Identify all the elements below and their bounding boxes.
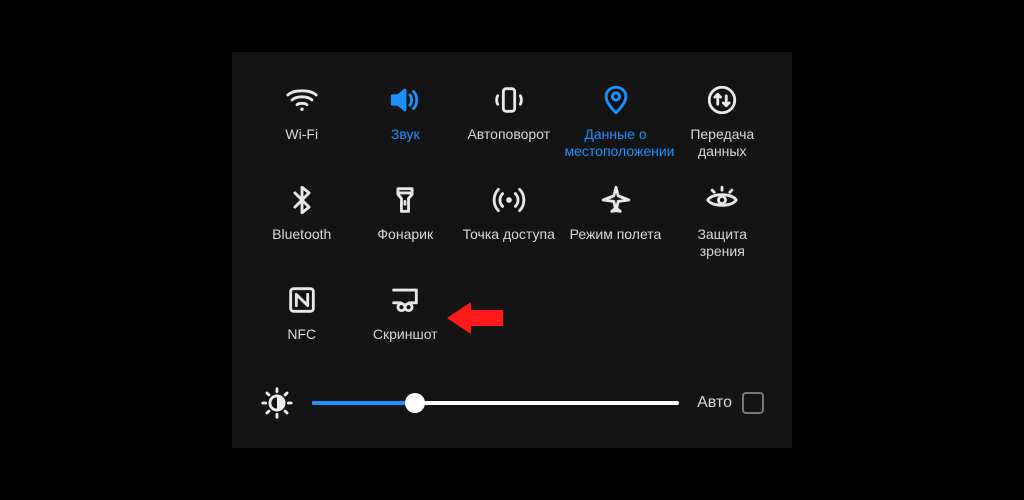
tile-label: Bluetooth <box>272 226 331 243</box>
tile-airplane[interactable]: Режим полета <box>565 180 667 262</box>
tiles-grid: Wi-Fi Звук Автоповорот <box>254 80 770 362</box>
tile-label: Wi-Fi <box>285 126 318 143</box>
auto-label: Авто <box>697 394 732 412</box>
flashlight-icon <box>385 180 425 220</box>
tile-eye-comfort[interactable]: Защита зрения <box>675 180 771 262</box>
eye-icon <box>702 180 742 220</box>
tile-bluetooth[interactable]: Bluetooth <box>254 180 350 262</box>
tile-autorotate[interactable]: Автоповорот <box>461 80 557 162</box>
tile-sound[interactable]: Звук <box>358 80 454 162</box>
tile-label: Звук <box>391 126 420 143</box>
tile-screenshot[interactable]: Скриншот <box>358 280 454 362</box>
tile-label: Автоповорот <box>467 126 550 143</box>
tile-hotspot[interactable]: Точка доступа <box>461 180 557 262</box>
tile-label: Режим полета <box>570 226 662 243</box>
tile-wifi[interactable]: Wi-Fi <box>254 80 350 162</box>
tile-label: Скриншот <box>373 326 438 343</box>
checkbox-icon <box>742 392 764 414</box>
auto-brightness-toggle[interactable]: Авто <box>697 392 764 414</box>
slider-fill <box>312 401 415 405</box>
tile-mobile-data[interactable]: Передача данных <box>675 80 771 162</box>
tile-label: Защита зрения <box>675 226 771 260</box>
tile-label: Передача данных <box>675 126 771 160</box>
tile-location[interactable]: Данные о местоположении <box>565 80 667 162</box>
hotspot-icon <box>489 180 529 220</box>
wifi-icon <box>282 80 322 120</box>
data-transfer-icon <box>702 80 742 120</box>
tile-label: Данные о местоположении <box>565 126 667 160</box>
brightness-slider[interactable] <box>312 393 679 413</box>
slider-thumb[interactable] <box>405 393 425 413</box>
tile-label: Фонарик <box>377 226 433 243</box>
nfc-icon <box>282 280 322 320</box>
quick-settings-panel: Wi-Fi Звук Автоповорот <box>232 52 792 448</box>
tile-label: NFC <box>287 326 316 343</box>
airplane-icon <box>596 180 636 220</box>
volume-icon <box>385 80 425 120</box>
tile-label: Точка доступа <box>463 226 555 243</box>
tile-nfc[interactable]: NFC <box>254 280 350 362</box>
brightness-row: Авто <box>254 386 770 420</box>
tile-flashlight[interactable]: Фонарик <box>358 180 454 262</box>
phone-rotate-icon <box>489 80 529 120</box>
location-pin-icon <box>596 80 636 120</box>
bluetooth-icon <box>282 180 322 220</box>
brightness-icon <box>260 386 294 420</box>
screenshot-icon <box>385 280 425 320</box>
